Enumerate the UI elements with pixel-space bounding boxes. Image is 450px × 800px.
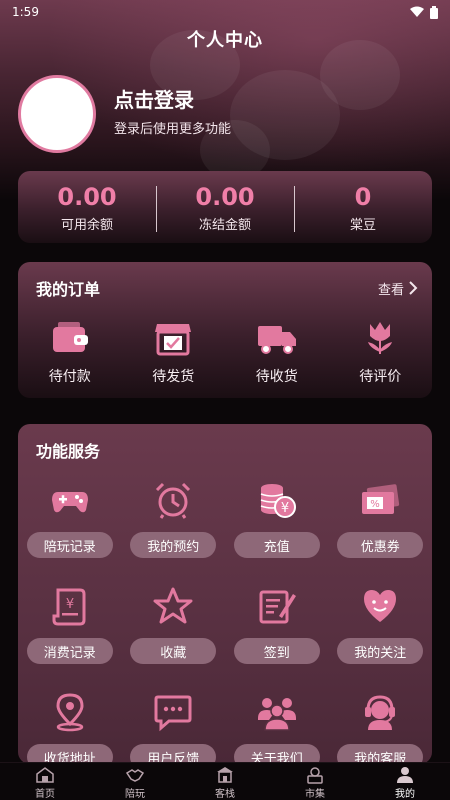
order-pending-review[interactable]: 待评价 — [329, 318, 433, 386]
home-icon — [36, 767, 54, 783]
group-icon — [257, 698, 296, 731]
service-label: 消费记录 — [26, 638, 113, 664]
inn-icon — [217, 767, 233, 783]
order-label: 待评价 — [359, 369, 402, 385]
star-icon — [153, 587, 193, 624]
status-time: 1:59 — [12, 5, 39, 19]
login-button[interactable]: 点击登录 — [114, 84, 194, 113]
service-recharge[interactable]: ¥ 充值 — [225, 478, 329, 570]
tab-companion[interactable]: 陪玩 — [90, 763, 180, 800]
service-my-follows[interactable]: 我的关注 — [329, 584, 433, 676]
login-subtitle: 登录后使用更多功能 — [114, 122, 232, 137]
balance-frozen[interactable]: 0.00 冻结金额 — [156, 182, 294, 233]
chat-icon — [154, 695, 192, 732]
tulip-icon — [368, 322, 393, 354]
sign-in-icon — [259, 590, 296, 624]
tab-inn[interactable]: 客栈 — [180, 763, 270, 800]
service-label: 我的关注 — [337, 638, 424, 664]
order-label: 待发货 — [152, 369, 195, 385]
svg-text:¥: ¥ — [281, 501, 289, 516]
truck-icon — [257, 326, 296, 354]
tab-market[interactable]: 市集 — [270, 763, 360, 800]
balance-value: 0 — [354, 182, 372, 211]
service-play-records[interactable]: 陪玩记录 — [18, 478, 122, 570]
heart-icon — [364, 590, 397, 622]
tab-label: 市集 — [305, 789, 325, 800]
order-label: 待付款 — [48, 369, 91, 385]
handshake-icon — [126, 769, 144, 782]
store-icon — [155, 324, 192, 356]
service-coupons[interactable]: % 优惠券 — [329, 478, 433, 570]
chevron-right-icon — [409, 281, 418, 295]
bottom-tab-bar: 首页 陪玩 客栈 市集 我的 — [0, 762, 450, 800]
balance-value: 0.00 — [57, 182, 117, 211]
service-label: 陪玩记录 — [26, 532, 113, 558]
page-title: 个人中心 — [187, 30, 263, 51]
service-label: 充值 — [233, 532, 320, 558]
user-icon — [397, 767, 413, 783]
services-card: 功能服务 陪玩记录 我的预约 ¥ 充值 % 优惠券 ¥ 消费记录 收藏 签到 我… — [18, 424, 433, 770]
balance-label: 冻结金额 — [198, 217, 251, 233]
coupon-icon: % — [362, 484, 400, 514]
service-label: 优惠券 — [337, 532, 424, 558]
avatar[interactable] — [18, 75, 96, 153]
battery-icon — [430, 5, 438, 19]
status-bar: 1:59 — [0, 0, 450, 24]
service-label: 签到 — [233, 638, 320, 664]
service-label: 收藏 — [130, 638, 217, 664]
balance-beans[interactable]: 0 棠豆 — [294, 182, 432, 233]
balance-label: 棠豆 — [349, 217, 376, 233]
order-label: 待收货 — [255, 369, 298, 385]
balance-value: 0.00 — [195, 182, 255, 211]
tab-mine[interactable]: 我的 — [360, 763, 450, 800]
service-my-reservations[interactable]: 我的预约 — [122, 478, 226, 570]
wifi-icon — [410, 6, 424, 17]
coins-icon: ¥ — [260, 484, 296, 518]
svg-text:%: % — [370, 499, 380, 510]
service-label: 我的预约 — [130, 532, 217, 558]
alarm-clock-icon — [156, 482, 191, 519]
service-sign-in[interactable]: 签到 — [225, 584, 329, 676]
balance-card: 0.00 可用余额 0.00 冻结金额 0 棠豆 — [18, 171, 432, 243]
wallet-icon — [52, 322, 88, 352]
tab-label: 我的 — [395, 789, 415, 800]
receipt-icon: ¥ — [52, 588, 86, 626]
gamepad-icon — [51, 492, 88, 513]
balance-available[interactable]: 0.00 可用余额 — [18, 182, 156, 233]
order-pending-payment[interactable]: 待付款 — [18, 318, 122, 386]
view-all-label: 查看 — [377, 282, 404, 298]
tab-label: 首页 — [35, 789, 55, 800]
service-favorites[interactable]: 收藏 — [122, 584, 226, 676]
view-all-orders-button[interactable]: 查看 — [378, 279, 418, 298]
market-icon — [307, 767, 323, 784]
order-pending-shipment[interactable]: 待发货 — [122, 318, 226, 386]
tab-label: 客栈 — [215, 789, 235, 800]
orders-card: 我的订单 查看 待付款 待发货 待收货 待评价 — [18, 262, 432, 398]
orders-title: 我的订单 — [36, 280, 101, 299]
tab-label: 陪玩 — [125, 789, 145, 800]
balance-label: 可用余额 — [60, 217, 113, 233]
location-pin-icon — [56, 693, 84, 732]
customer-service-icon — [365, 695, 396, 730]
service-spending-records[interactable]: ¥ 消费记录 — [18, 584, 122, 676]
svg-text:¥: ¥ — [66, 597, 74, 612]
order-pending-receipt[interactable]: 待收货 — [225, 318, 329, 386]
tab-home[interactable]: 首页 — [0, 763, 90, 800]
services-title: 功能服务 — [36, 442, 101, 461]
